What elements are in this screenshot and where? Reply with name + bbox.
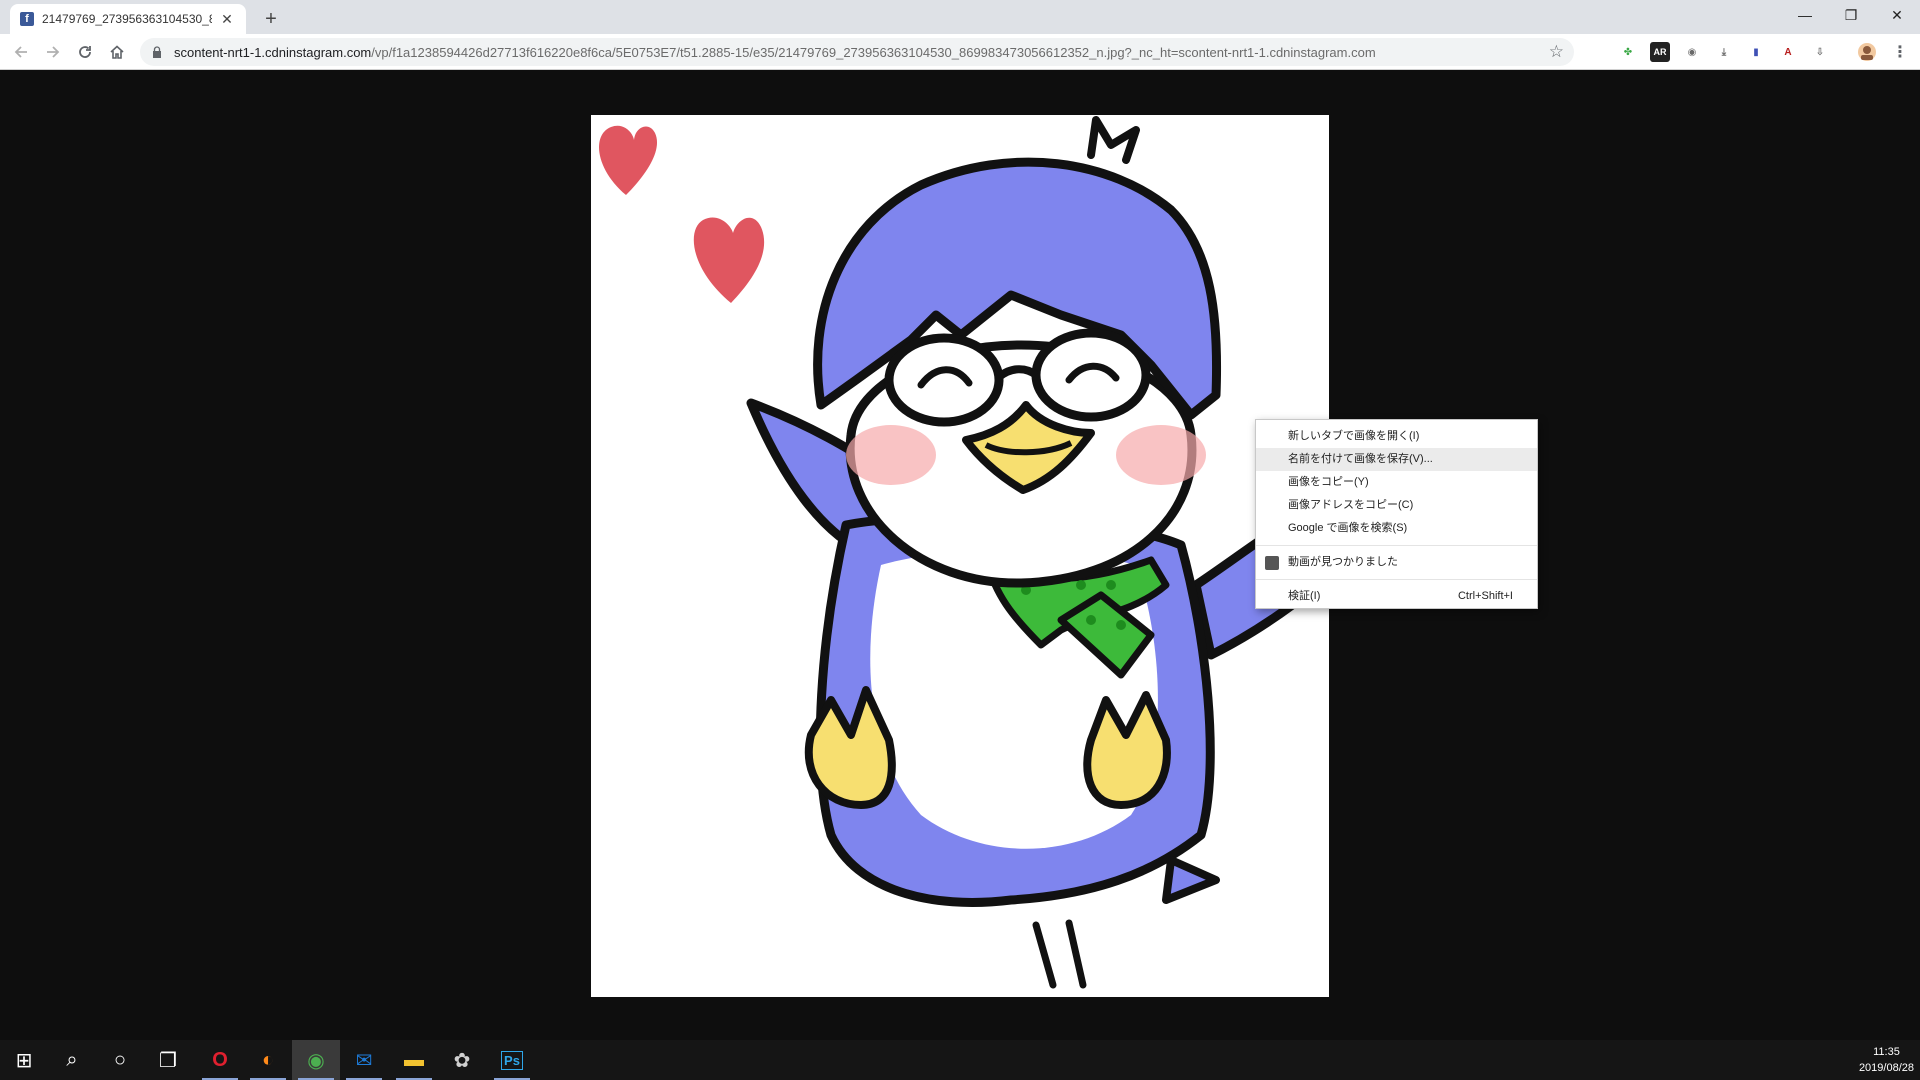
restore-button[interactable]: ❐ (1828, 0, 1874, 30)
ctx-item-label: 新しいタブで画像を開く(I) (1288, 430, 1420, 442)
lock-icon (153, 46, 161, 58)
save-extension-icon[interactable]: ⇩ (1810, 42, 1830, 62)
ctx-separator (1256, 579, 1537, 580)
minimize-button[interactable]: — (1782, 0, 1828, 30)
ctx-item-label: Google で画像を検索(S) (1288, 522, 1408, 534)
ar-extension-icon[interactable]: AR (1650, 42, 1670, 62)
download-extension-icon[interactable]: ⤓ (1714, 42, 1734, 62)
camera-extension-icon[interactable]: ◉ (1682, 42, 1702, 62)
cortana-icon: ○ (113, 1048, 127, 1071)
ctx-search-google-image[interactable]: Google で画像を検索(S) (1256, 517, 1537, 540)
search-icon: ⌕ (66, 1048, 78, 1071)
small-heart-icon (599, 125, 658, 195)
file-explorer-icon: ▬ (404, 1048, 424, 1071)
profile-avatar[interactable] (1856, 41, 1878, 63)
page-viewport: 新しいタブで画像を開く(I) 名前を付けて画像を保存(V)... 画像をコピー(… (0, 71, 1920, 1039)
chrome-icon: ◉ (307, 1049, 325, 1072)
opera-icon: O (212, 1048, 228, 1071)
photoshop-app[interactable]: Ps (488, 1040, 536, 1080)
bookmark-extension-icon[interactable]: ▮ (1746, 42, 1766, 62)
url-host: scontent-nrt1-1.cdninstagram.com (174, 44, 372, 60)
large-heart-icon (693, 217, 765, 303)
chrome-app[interactable]: ◉ (292, 1040, 340, 1080)
opera-app[interactable]: O (196, 1040, 244, 1080)
context-menu: 新しいタブで画像を開く(I) 名前を付けて画像を保存(V)... 画像をコピー(… (1255, 419, 1538, 609)
paint-icon: ✿ (453, 1049, 471, 1072)
task-view-button[interactable]: ❐ (144, 1040, 192, 1080)
menu-kebab-icon[interactable]: ⋮ (1890, 42, 1910, 62)
bookmark-star-icon[interactable]: ☆ (1549, 42, 1564, 62)
url-text: scontent-nrt1-1.cdninstagram.com/vp/f1a1… (174, 45, 1504, 60)
facebook-favicon-icon: f (20, 12, 34, 26)
close-icon: ✕ (1891, 6, 1903, 23)
restore-icon: ❐ (1844, 6, 1858, 23)
clock-time: 11:35 (1873, 1046, 1900, 1058)
address-bar[interactable]: scontent-nrt1-1.cdninstagram.com/vp/f1a1… (140, 38, 1574, 66)
back-button[interactable] (8, 39, 34, 65)
photoshop-icon: Ps (501, 1050, 523, 1070)
ctx-shortcut: Ctrl+Shift+I (1457, 590, 1513, 602)
clock-date: 2019/08/28 (1858, 1062, 1914, 1074)
close-window-button[interactable]: ✕ (1874, 0, 1920, 30)
reload-icon (79, 46, 91, 58)
browser-tab[interactable]: f 21479769_273956363104530_8699834730566… (10, 4, 246, 34)
start-button[interactable]: ⊞ (0, 1040, 48, 1080)
forward-arrow-icon (47, 46, 60, 58)
start-icon: ⊞ (15, 1049, 33, 1072)
ctx-copy-image-address[interactable]: 画像アドレスをコピー(C) (1256, 494, 1537, 517)
title-bar: f 21479769_273956363104530_8699834730566… (0, 0, 1920, 34)
outlook-app[interactable]: ✉ (340, 1040, 388, 1080)
taskbar: ⊞ ⌕ ○ ❐ O ◐ ◉ ✉ ▬ ✿ Ps 11:35 2019/08/28 (0, 1040, 1920, 1080)
tab-title: 21479769_273956363104530_869983473056612… (42, 12, 212, 26)
ctx-item-label: 検証(I) (1288, 590, 1321, 602)
url-path: /vp/f1a1238594426d27713f616220e8f6ca/5E0… (371, 44, 1376, 60)
task-view-icon: ❐ (159, 1049, 177, 1072)
home-icon (110, 45, 124, 59)
firefox-app[interactable]: ◐ (244, 1040, 292, 1080)
ctx-item-label: 画像をコピー(Y) (1288, 476, 1369, 488)
ctx-open-image-new-tab[interactable]: 新しいタブで画像を開く(I) (1256, 425, 1537, 448)
ctx-item-label: 画像アドレスをコピー(C) (1288, 499, 1414, 511)
ctx-item-label: 名前を付けて画像を保存(V)... (1288, 453, 1433, 465)
ctx-inspect[interactable]: 検証(I) Ctrl+Shift+I (1256, 585, 1537, 608)
new-tab-button[interactable]: + (258, 6, 284, 32)
home-button[interactable] (104, 39, 130, 65)
cortana-button[interactable]: ○ (96, 1040, 144, 1080)
firefox-icon: ◐ (261, 1048, 275, 1071)
system-clock[interactable]: 11:35 2019/08/28 (1859, 1044, 1914, 1076)
video-downloader-icon (1265, 556, 1279, 570)
ctx-separator (1256, 545, 1537, 546)
reload-button[interactable] (72, 39, 98, 65)
outlook-icon: ✉ (355, 1049, 373, 1072)
ctx-video-found[interactable]: 動画が見つかりました (1256, 551, 1537, 574)
minimize-icon: — (1798, 7, 1812, 23)
displayed-image[interactable] (591, 115, 1329, 997)
ctx-item-label: 動画が見つかりました (1288, 556, 1398, 568)
ctx-copy-image[interactable]: 画像をコピー(Y) (1256, 471, 1537, 494)
acrobat-extension-icon[interactable]: A (1778, 42, 1798, 62)
search-button[interactable]: ⌕ (48, 1040, 96, 1080)
back-arrow-icon (14, 46, 27, 58)
avatar-icon (1858, 43, 1876, 61)
tab-close-icon[interactable]: ✕ (218, 10, 236, 28)
clover-extension-icon[interactable]: ✤ (1618, 42, 1638, 62)
paint-app[interactable]: ✿ (438, 1040, 486, 1080)
forward-button[interactable] (40, 39, 66, 65)
penguin-illustration (599, 116, 1329, 989)
file-explorer-app[interactable]: ▬ (390, 1040, 438, 1080)
browser-toolbar: scontent-nrt1-1.cdninstagram.com/vp/f1a1… (0, 34, 1920, 70)
ctx-save-image-as[interactable]: 名前を付けて画像を保存(V)... (1256, 448, 1537, 471)
